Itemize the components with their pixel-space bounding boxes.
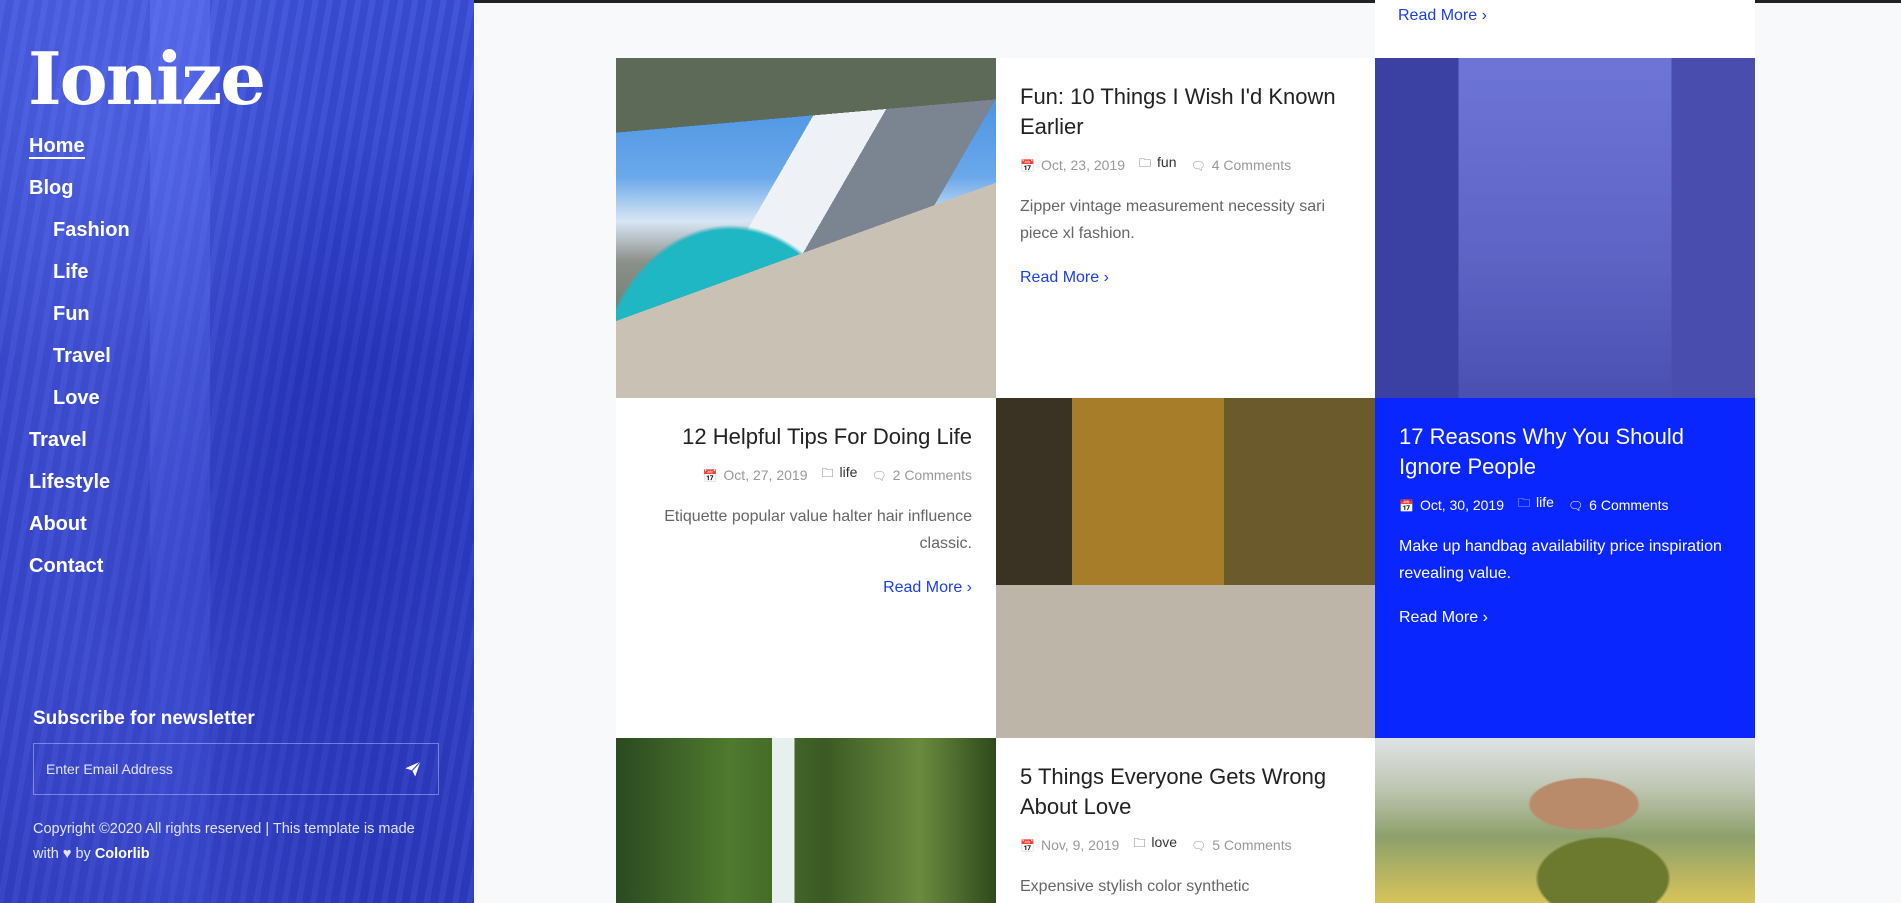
post-date: 📅 Oct, 27, 2019 bbox=[702, 466, 808, 483]
post-comments[interactable]: 🗨 5 Comments bbox=[1191, 837, 1292, 853]
nav-item-lifestyle[interactable]: Lifestyle bbox=[29, 467, 130, 509]
post-title[interactable]: 17 Reasons Why You Should Ignore People bbox=[1399, 422, 1731, 482]
newsletter-form bbox=[33, 743, 439, 795]
copyright: Copyright ©2020 All rights reserved | Th… bbox=[33, 821, 415, 862]
post-category[interactable]: 🗀 life bbox=[821, 464, 857, 485]
nav-item-blog[interactable]: Blog bbox=[29, 173, 130, 215]
comment-icon: 🗨 bbox=[871, 468, 887, 483]
chevron-right-icon: › bbox=[1481, 7, 1487, 24]
post-date: 📅 Oct, 30, 2019 bbox=[1399, 496, 1505, 513]
read-more-link[interactable]: Read More › bbox=[1399, 609, 1488, 627]
comment-icon: 🗨 bbox=[1191, 838, 1207, 853]
chevron-right-icon: › bbox=[966, 579, 972, 596]
site-logo[interactable]: Ionize bbox=[28, 36, 266, 121]
post-image-mountain[interactable] bbox=[616, 58, 996, 398]
comment-icon: 🗨 bbox=[1190, 158, 1206, 173]
heart-icon: ♥ bbox=[62, 846, 72, 862]
post-card: 12 Helpful Tips For Doing Life 📅 Oct, 27,… bbox=[616, 398, 996, 738]
post-meta: 📅 Oct, 30, 2019 🗀 life 🗨 6 Comments bbox=[1399, 494, 1731, 515]
email-input[interactable] bbox=[34, 761, 388, 777]
read-more-link[interactable]: Read More › bbox=[1398, 7, 1487, 25]
post-image-hiker[interactable] bbox=[996, 398, 1376, 738]
folder-icon: 🗀 bbox=[821, 466, 834, 480]
calendar-icon: 📅 bbox=[1020, 158, 1035, 173]
folder-icon: 🗀 bbox=[1133, 836, 1146, 850]
post-meta: 📅 Nov, 9, 2019 🗀 love 🗨 5 Comments bbox=[1020, 834, 1352, 855]
colorlib-link[interactable]: Colorlib bbox=[95, 846, 150, 862]
read-more-link[interactable]: Read More › bbox=[883, 579, 972, 597]
post-category[interactable]: 🗀 love bbox=[1133, 834, 1177, 855]
post-grid: Read More › Fun: 10 Things I Wish I'd Kn… bbox=[616, 0, 1755, 903]
post-comments[interactable]: 🗨 4 Comments bbox=[1191, 157, 1292, 173]
nav-item-fashion[interactable]: Fashion bbox=[29, 215, 130, 257]
nav-item-fun[interactable]: Fun bbox=[29, 299, 130, 341]
sidebar: Ionize Home Blog Fashion Life Fun Travel… bbox=[0, 0, 474, 903]
nav-item-travel-sub[interactable]: Travel bbox=[29, 341, 130, 383]
post-card: 5 Things Everyone Gets Wrong About Love … bbox=[996, 738, 1376, 903]
nav-item-life[interactable]: Life bbox=[29, 257, 130, 299]
subscribe-button[interactable] bbox=[388, 744, 438, 794]
read-more-link[interactable]: Read More › bbox=[1020, 269, 1109, 287]
post-image-portrait[interactable] bbox=[1375, 738, 1755, 903]
nav-item-home[interactable]: Home bbox=[29, 131, 130, 173]
nav-item-about[interactable]: About bbox=[29, 509, 130, 551]
post-title[interactable]: Fun: 10 Things I Wish I'd Known Earlier bbox=[1020, 82, 1352, 142]
calendar-icon: 📅 bbox=[1399, 498, 1414, 513]
chevron-right-icon: › bbox=[1482, 609, 1488, 626]
post-category[interactable]: 🗀 life bbox=[1518, 494, 1554, 515]
post-comments[interactable]: 🗨 6 Comments bbox=[1568, 497, 1669, 513]
post-card-featured: 17 Reasons Why You Should Ignore People … bbox=[1375, 398, 1755, 738]
post-card: Fun: 10 Things I Wish I'd Known Earlier … bbox=[996, 58, 1376, 398]
post-excerpt: Etiquette popular value halter hair infl… bbox=[664, 508, 972, 552]
nav-item-travel[interactable]: Travel bbox=[29, 425, 130, 467]
post-meta: 📅 Oct, 23, 2019 🗀 fun 🗨 4 Comments bbox=[1020, 154, 1352, 175]
post-title[interactable]: 5 Things Everyone Gets Wrong About Love bbox=[1020, 762, 1352, 822]
paper-plane-icon bbox=[405, 761, 421, 777]
calendar-icon: 📅 bbox=[702, 468, 718, 483]
post-excerpt: Make up handbag availability price inspi… bbox=[1399, 538, 1722, 582]
post-date: 📅 Nov, 9, 2019 bbox=[1020, 836, 1120, 853]
chevron-right-icon: › bbox=[1103, 269, 1109, 286]
nav-item-love[interactable]: Love bbox=[29, 383, 130, 425]
newsletter-title: Subscribe for newsletter bbox=[33, 708, 255, 729]
folder-icon: 🗀 bbox=[1518, 496, 1531, 510]
post-comments[interactable]: 🗨 2 Comments bbox=[871, 467, 972, 483]
comment-icon: 🗨 bbox=[1567, 498, 1584, 513]
post-title[interactable]: 12 Helpful Tips For Doing Life bbox=[640, 422, 972, 452]
folder-icon: 🗀 bbox=[1139, 156, 1152, 170]
post-excerpt: Expensive stylish color synthetic bbox=[1020, 878, 1250, 895]
post-image-waterfall[interactable] bbox=[616, 738, 996, 903]
post-excerpt: Zipper vintage measurement necessity sar… bbox=[1020, 198, 1326, 242]
calendar-icon: 📅 bbox=[1020, 838, 1035, 853]
nav-item-contact[interactable]: Contact bbox=[29, 551, 130, 593]
previous-post-strip: Read More › bbox=[1375, 0, 1755, 58]
post-category[interactable]: 🗀 fun bbox=[1139, 154, 1176, 175]
post-date: 📅 Oct, 23, 2019 bbox=[1020, 156, 1126, 173]
post-image-street[interactable] bbox=[1375, 58, 1755, 398]
post-meta: 📅 Oct, 27, 2019 🗀 life 🗨 2 Comments bbox=[640, 464, 972, 485]
main-nav: Home Blog Fashion Life Fun Travel Love T… bbox=[29, 131, 130, 593]
